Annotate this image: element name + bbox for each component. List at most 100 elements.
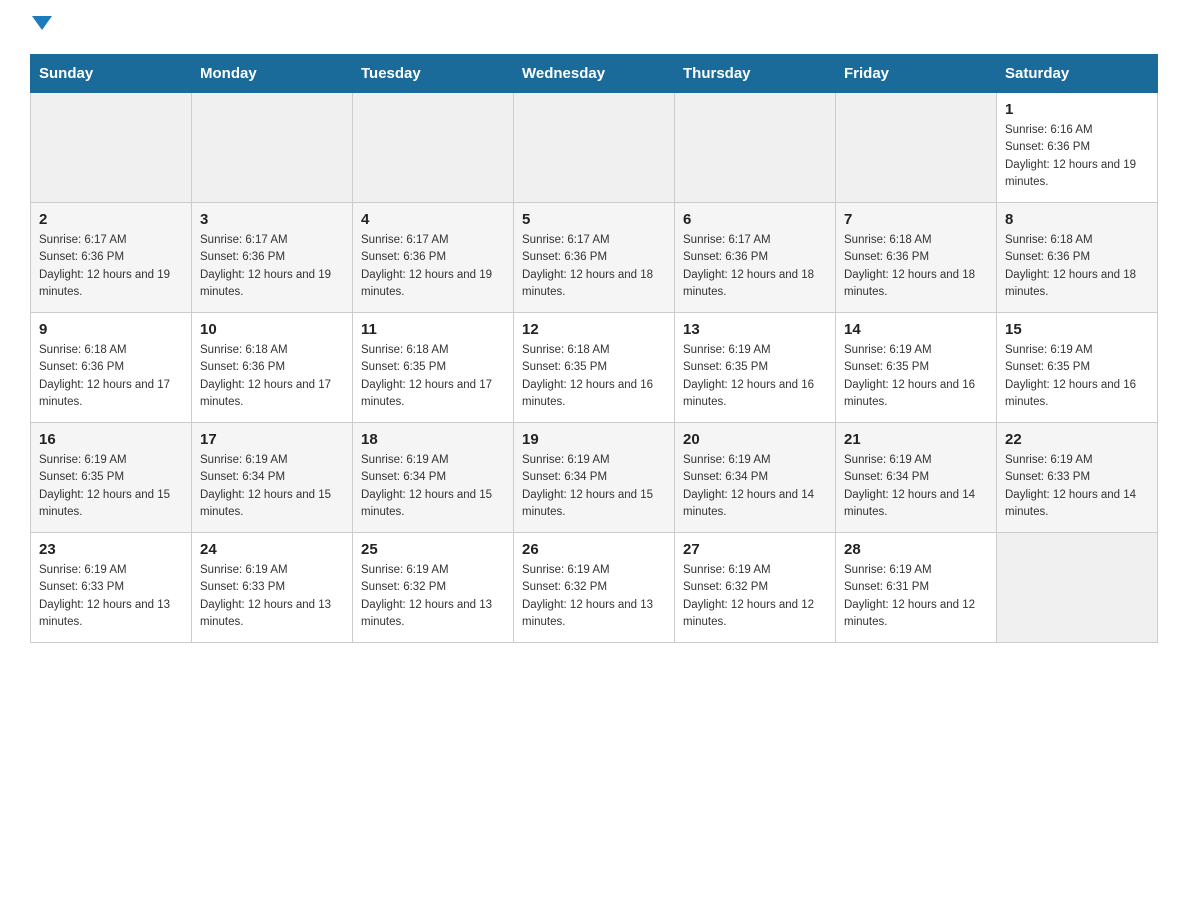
- day-number: 22: [1005, 431, 1149, 448]
- calendar-cell: 23 Sunrise: 6:19 AM Sunset: 6:33 PM Dayli…: [31, 533, 192, 643]
- day-number: 17: [200, 431, 344, 448]
- calendar-cell: 21 Sunrise: 6:19 AM Sunset: 6:34 PM Dayli…: [836, 423, 997, 533]
- day-info: Sunrise: 6:19 AM Sunset: 6:34 PM Dayligh…: [522, 452, 666, 521]
- day-of-week-header: Friday: [836, 55, 997, 93]
- day-number: 28: [844, 541, 988, 558]
- day-number: 27: [683, 541, 827, 558]
- day-info: Sunrise: 6:17 AM Sunset: 6:36 PM Dayligh…: [522, 232, 666, 301]
- day-info: Sunrise: 6:19 AM Sunset: 6:32 PM Dayligh…: [522, 562, 666, 631]
- day-info: Sunrise: 6:19 AM Sunset: 6:34 PM Dayligh…: [361, 452, 505, 521]
- day-number: 21: [844, 431, 988, 448]
- day-info: Sunrise: 6:19 AM Sunset: 6:34 PM Dayligh…: [200, 452, 344, 521]
- calendar-cell: [675, 93, 836, 203]
- logo-triangle-icon: [32, 16, 52, 30]
- calendar-cell: 6Sunrise: 6:17 AM Sunset: 6:36 PM Daylig…: [675, 203, 836, 313]
- day-number: 4: [361, 211, 505, 228]
- day-of-week-header: Wednesday: [514, 55, 675, 93]
- day-number: 1: [1005, 101, 1149, 118]
- calendar-week-row: 1 Sunrise: 6:16 AM Sunset: 6:36 PM Daylig…: [31, 93, 1158, 203]
- calendar-cell: 18Sunrise: 6:19 AM Sunset: 6:34 PM Dayli…: [353, 423, 514, 533]
- calendar-cell: 13 Sunrise: 6:19 AM Sunset: 6:35 PM Dayli…: [675, 313, 836, 423]
- day-info: Sunrise: 6:18 AM Sunset: 6:36 PM Dayligh…: [200, 342, 344, 411]
- calendar-cell: 5 Sunrise: 6:17 AM Sunset: 6:36 PM Daylig…: [514, 203, 675, 313]
- day-info: Sunrise: 6:19 AM Sunset: 6:34 PM Dayligh…: [683, 452, 827, 521]
- calendar-cell: [353, 93, 514, 203]
- day-info: Sunrise: 6:19 AM Sunset: 6:35 PM Dayligh…: [683, 342, 827, 411]
- day-info: Sunrise: 6:19 AM Sunset: 6:35 PM Dayligh…: [844, 342, 988, 411]
- day-info: Sunrise: 6:18 AM Sunset: 6:35 PM Dayligh…: [522, 342, 666, 411]
- day-number: 14: [844, 321, 988, 338]
- calendar-cell: 26 Sunrise: 6:19 AM Sunset: 6:32 PM Dayli…: [514, 533, 675, 643]
- day-number: 24: [200, 541, 344, 558]
- day-number: 6: [683, 211, 827, 228]
- day-info: Sunrise: 6:17 AM Sunset: 6:36 PM Dayligh…: [39, 232, 183, 301]
- day-number: 7: [844, 211, 988, 228]
- calendar-cell: [836, 93, 997, 203]
- calendar-cell: 1 Sunrise: 6:16 AM Sunset: 6:36 PM Daylig…: [997, 93, 1158, 203]
- day-number: 25: [361, 541, 505, 558]
- day-number: 15: [1005, 321, 1149, 338]
- calendar-cell: [997, 533, 1158, 643]
- calendar-cell: 28 Sunrise: 6:19 AM Sunset: 6:31 PM Dayli…: [836, 533, 997, 643]
- day-info: Sunrise: 6:19 AM Sunset: 6:33 PM Dayligh…: [1005, 452, 1149, 521]
- day-info: Sunrise: 6:19 AM Sunset: 6:32 PM Dayligh…: [683, 562, 827, 631]
- day-number: 23: [39, 541, 183, 558]
- day-info: Sunrise: 6:19 AM Sunset: 6:32 PM Dayligh…: [361, 562, 505, 631]
- day-info: Sunrise: 6:19 AM Sunset: 6:33 PM Dayligh…: [39, 562, 183, 631]
- calendar-week-row: 9Sunrise: 6:18 AM Sunset: 6:36 PM Daylig…: [31, 313, 1158, 423]
- day-info: Sunrise: 6:18 AM Sunset: 6:36 PM Dayligh…: [39, 342, 183, 411]
- calendar-cell: [31, 93, 192, 203]
- day-number: 26: [522, 541, 666, 558]
- day-number: 5: [522, 211, 666, 228]
- calendar-cell: 27 Sunrise: 6:19 AM Sunset: 6:32 PM Dayli…: [675, 533, 836, 643]
- day-number: 13: [683, 321, 827, 338]
- calendar-cell: 4 Sunrise: 6:17 AM Sunset: 6:36 PM Daylig…: [353, 203, 514, 313]
- day-of-week-header: Sunday: [31, 55, 192, 93]
- calendar-cell: 16 Sunrise: 6:19 AM Sunset: 6:35 PM Dayli…: [31, 423, 192, 533]
- day-info: Sunrise: 6:19 AM Sunset: 6:31 PM Dayligh…: [844, 562, 988, 631]
- day-number: 2: [39, 211, 183, 228]
- day-number: 10: [200, 321, 344, 338]
- calendar-cell: [514, 93, 675, 203]
- calendar-week-row: 16 Sunrise: 6:19 AM Sunset: 6:35 PM Dayli…: [31, 423, 1158, 533]
- calendar-week-row: 2 Sunrise: 6:17 AM Sunset: 6:36 PM Daylig…: [31, 203, 1158, 313]
- calendar-cell: 11 Sunrise: 6:18 AM Sunset: 6:35 PM Dayli…: [353, 313, 514, 423]
- calendar-table: SundayMondayTuesdayWednesdayThursdayFrid…: [30, 54, 1158, 643]
- calendar-cell: 14 Sunrise: 6:19 AM Sunset: 6:35 PM Dayli…: [836, 313, 997, 423]
- calendar-cell: 25 Sunrise: 6:19 AM Sunset: 6:32 PM Dayli…: [353, 533, 514, 643]
- calendar-cell: 7 Sunrise: 6:18 AM Sunset: 6:36 PM Daylig…: [836, 203, 997, 313]
- day-info: Sunrise: 6:18 AM Sunset: 6:35 PM Dayligh…: [361, 342, 505, 411]
- calendar-header-row: SundayMondayTuesdayWednesdayThursdayFrid…: [31, 55, 1158, 93]
- day-number: 11: [361, 321, 505, 338]
- day-info: Sunrise: 6:17 AM Sunset: 6:36 PM Dayligh…: [361, 232, 505, 301]
- day-number: 16: [39, 431, 183, 448]
- logo: [30, 20, 52, 34]
- day-info: Sunrise: 6:18 AM Sunset: 6:36 PM Dayligh…: [1005, 232, 1149, 301]
- day-number: 20: [683, 431, 827, 448]
- day-info: Sunrise: 6:19 AM Sunset: 6:33 PM Dayligh…: [200, 562, 344, 631]
- day-info: Sunrise: 6:18 AM Sunset: 6:36 PM Dayligh…: [844, 232, 988, 301]
- day-info: Sunrise: 6:19 AM Sunset: 6:35 PM Dayligh…: [39, 452, 183, 521]
- day-info: Sunrise: 6:16 AM Sunset: 6:36 PM Dayligh…: [1005, 122, 1149, 191]
- day-number: 12: [522, 321, 666, 338]
- calendar-cell: 22 Sunrise: 6:19 AM Sunset: 6:33 PM Dayli…: [997, 423, 1158, 533]
- day-number: 3: [200, 211, 344, 228]
- day-info: Sunrise: 6:19 AM Sunset: 6:35 PM Dayligh…: [1005, 342, 1149, 411]
- calendar-cell: 24 Sunrise: 6:19 AM Sunset: 6:33 PM Dayli…: [192, 533, 353, 643]
- day-number: 8: [1005, 211, 1149, 228]
- day-number: 19: [522, 431, 666, 448]
- day-of-week-header: Saturday: [997, 55, 1158, 93]
- calendar-week-row: 23 Sunrise: 6:19 AM Sunset: 6:33 PM Dayli…: [31, 533, 1158, 643]
- page-header: [30, 20, 1158, 34]
- calendar-cell: 19 Sunrise: 6:19 AM Sunset: 6:34 PM Dayli…: [514, 423, 675, 533]
- calendar-cell: 20 Sunrise: 6:19 AM Sunset: 6:34 PM Dayli…: [675, 423, 836, 533]
- day-of-week-header: Thursday: [675, 55, 836, 93]
- calendar-cell: 12 Sunrise: 6:18 AM Sunset: 6:35 PM Dayli…: [514, 313, 675, 423]
- calendar-cell: 2 Sunrise: 6:17 AM Sunset: 6:36 PM Daylig…: [31, 203, 192, 313]
- calendar-cell: [192, 93, 353, 203]
- day-info: Sunrise: 6:19 AM Sunset: 6:34 PM Dayligh…: [844, 452, 988, 521]
- calendar-cell: 15 Sunrise: 6:19 AM Sunset: 6:35 PM Dayli…: [997, 313, 1158, 423]
- day-of-week-header: Tuesday: [353, 55, 514, 93]
- day-of-week-header: Monday: [192, 55, 353, 93]
- calendar-cell: 3Sunrise: 6:17 AM Sunset: 6:36 PM Daylig…: [192, 203, 353, 313]
